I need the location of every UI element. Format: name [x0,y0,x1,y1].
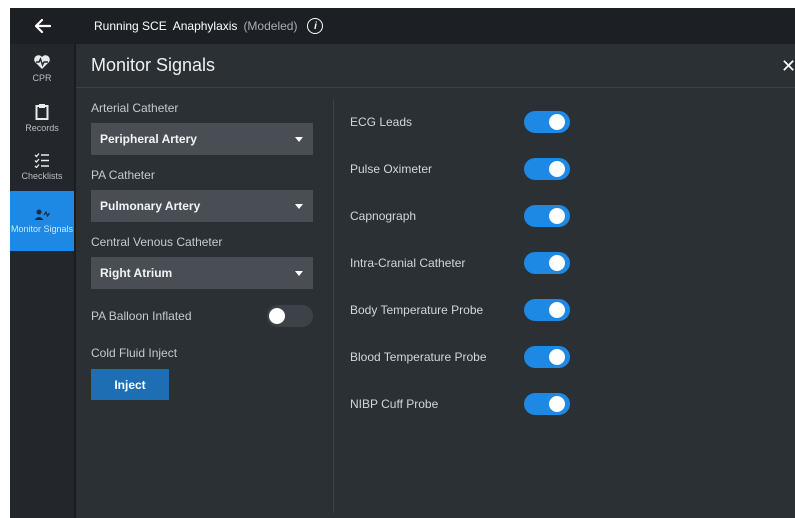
signal-toggles: ECG Leads Pulse Oximeter Capnograph Intr… [350,98,580,427]
sidebar-item-label: Checklists [21,171,63,181]
pulse-oximeter-toggle[interactable] [524,157,570,180]
pa-balloon-label: PA Balloon Inflated [91,309,192,323]
body-temperature-probe-toggle[interactable] [524,298,570,321]
scenario-mode: (Modeled) [243,19,298,33]
signal-row-nibp-cuff-probe: NIBP Cuff Probe [350,380,580,427]
close-icon[interactable]: ✕ [781,56,795,77]
chevron-down-icon [295,136,303,142]
pa-balloon-toggle[interactable] [267,305,313,327]
signal-label: Body Temperature Probe [350,302,484,317]
central-venous-catheter-label: Central Venous Catheter [91,235,223,249]
toggle-knob [269,308,285,324]
back-button[interactable] [10,8,76,44]
info-icon[interactable]: i [307,18,324,34]
panel-header: Monitor Signals ✕ [76,44,795,88]
chevron-down-icon [295,203,303,209]
blood-temperature-probe-toggle[interactable] [524,345,570,368]
central-venous-catheter-select[interactable]: Right Atrium [91,257,313,289]
arrow-left-icon [35,19,51,33]
toggle-knob [549,160,565,177]
sidebar: CPR Records Checklists Monitor Signals [10,44,76,518]
person-signal-icon [34,209,50,220]
running-label: Running SCE [94,19,167,33]
arterial-catheter-label: Arterial Catheter [91,101,179,115]
toggle-knob [549,301,565,318]
toggle-knob [549,254,565,271]
pa-balloon-row: PA Balloon Inflated [91,305,313,327]
sidebar-item-checklists[interactable]: Checklists [10,142,74,191]
sidebar-item-label: Records [25,122,59,133]
scenario-title: Running SCE Anaphylaxis (Modeled) i [76,18,324,34]
app-window: Running SCE Anaphylaxis (Modeled) i CPR … [10,8,795,518]
cold-fluid-label: Cold Fluid Inject [91,346,178,360]
toggle-knob [549,207,565,224]
checklist-icon [34,153,49,168]
signal-row-body-temperature-probe: Body Temperature Probe [350,286,580,333]
signal-label: Capnograph [350,208,417,223]
arterial-catheter-select[interactable]: Peripheral Artery [91,123,313,155]
nibp-cuff-probe-toggle[interactable] [524,392,570,415]
pa-catheter-label: PA Catheter [91,168,155,182]
chevron-down-icon [295,270,303,276]
intra-cranial-catheter-toggle[interactable] [524,251,570,274]
signal-label: Blood Temperature Probe [350,349,487,364]
sidebar-item-label: CPR [32,73,52,83]
signal-label: NIBP Cuff Probe [350,396,439,411]
top-bar: Running SCE Anaphylaxis (Modeled) i [10,8,795,44]
sidebar-item-records[interactable]: Records [10,93,74,142]
signal-row-blood-temperature-probe: Blood Temperature Probe [350,333,580,380]
scenario-name: Anaphylaxis [172,19,238,33]
pa-catheter-select[interactable]: Pulmonary Artery [91,190,313,222]
select-value: Right Atrium [100,266,173,280]
toggle-knob [549,113,565,130]
column-divider [333,100,334,513]
page-title: Monitor Signals [91,55,216,75]
signal-row-pulse-oximeter: Pulse Oximeter [350,145,580,192]
signal-label: ECG Leads [350,114,413,129]
signal-row-ecg-leads: ECG Leads [350,98,580,145]
signal-row-capnograph: Capnograph [350,192,580,239]
heart-pulse-icon [34,55,50,69]
capnograph-toggle[interactable] [524,204,570,227]
signal-label: Intra-Cranial Catheter [350,255,466,270]
sidebar-item-cpr[interactable]: CPR [10,44,74,93]
inject-button[interactable]: Inject [91,369,169,400]
select-value: Pulmonary Artery [100,199,201,213]
ecg-leads-toggle[interactable] [524,110,570,133]
catheter-settings: Arterial Catheter Peripheral Artery PA C… [91,88,313,400]
select-value: Peripheral Artery [100,132,197,146]
sidebar-item-monitor-signals[interactable]: Monitor Signals [10,191,74,251]
clipboard-icon [35,103,49,120]
toggle-knob [549,348,565,365]
sidebar-item-label: Monitor Signals [10,223,74,234]
signal-label: Pulse Oximeter [350,161,433,176]
toggle-knob [549,395,565,412]
signal-row-intra-cranial-catheter: Intra-Cranial Catheter [350,239,580,286]
